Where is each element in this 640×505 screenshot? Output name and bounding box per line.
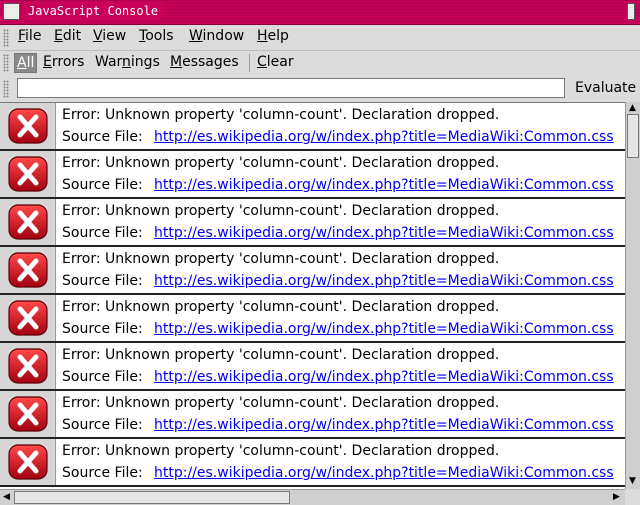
vertical-scroll-thumb[interactable]: [627, 114, 639, 158]
icon-cell: [0, 439, 56, 485]
error-message: Error: Unknown property 'column-count'. …: [62, 443, 500, 459]
console-entry[interactable]: Error: Unknown property 'column-count'. …: [0, 247, 625, 295]
horizontal-scrollbar[interactable]: ◀ ▶: [0, 489, 625, 505]
source-file-link[interactable]: http://es.wikipedia.org/w/index.php?titl…: [154, 129, 614, 145]
source-file-link[interactable]: http://es.wikipedia.org/w/index.php?titl…: [154, 225, 614, 241]
toolbar-grip[interactable]: [3, 54, 9, 72]
icon-cell: [0, 391, 56, 437]
error-message: Error: Unknown property 'column-count'. …: [62, 155, 500, 171]
source-file-label: Source File:: [62, 417, 143, 433]
vertical-scrollbar[interactable]: ▲ ▼: [625, 102, 640, 489]
window-title: JavaScript Console: [22, 2, 165, 21]
error-icon: [8, 444, 48, 480]
title-bar[interactable]: JavaScript Console: [0, 0, 640, 25]
source-file-link[interactable]: http://es.wikipedia.org/w/index.php?titl…: [154, 417, 614, 433]
error-icon: [8, 300, 48, 336]
evaluate-input[interactable]: [17, 78, 565, 98]
source-file-link[interactable]: http://es.wikipedia.org/w/index.php?titl…: [154, 321, 614, 337]
icon-cell: [0, 295, 56, 341]
filter-warnings[interactable]: Warnings: [93, 53, 162, 71]
menu-view[interactable]: View: [93, 28, 126, 44]
scroll-right-icon[interactable]: ▶: [613, 492, 620, 502]
error-icon: [8, 396, 48, 432]
source-file-label: Source File:: [62, 465, 143, 481]
console-entry[interactable]: Error: Unknown property 'column-count'. …: [0, 151, 625, 199]
source-file-link[interactable]: http://es.wikipedia.org/w/index.php?titl…: [154, 369, 614, 385]
console-list[interactable]: Error: Unknown property 'column-count'. …: [0, 102, 640, 489]
error-message: Error: Unknown property 'column-count'. …: [62, 395, 500, 411]
source-file-label: Source File:: [62, 321, 143, 337]
error-message: Error: Unknown property 'column-count'. …: [62, 251, 500, 267]
scroll-corner: [625, 489, 640, 505]
source-file-link[interactable]: http://es.wikipedia.org/w/index.php?titl…: [154, 273, 614, 289]
filter-messages[interactable]: Messages: [168, 53, 241, 71]
console-entry[interactable]: Error: Unknown property 'column-count'. …: [0, 439, 625, 487]
menu-bar: File Edit View Tools Window Help: [0, 25, 640, 51]
window-control-button[interactable]: [627, 3, 635, 20]
source-file-label: Source File:: [62, 369, 143, 385]
console-entry[interactable]: Error: Unknown property 'column-count'. …: [0, 343, 625, 391]
console-entry[interactable]: Error: Unknown property 'column-count'. …: [0, 391, 625, 439]
error-icon: [8, 156, 48, 192]
console-entry[interactable]: Error: Unknown property 'column-count'. …: [0, 199, 625, 247]
icon-cell: [0, 103, 56, 149]
source-file-label: Source File:: [62, 273, 143, 289]
icon-cell: [0, 151, 56, 197]
source-file-label: Source File:: [62, 129, 143, 145]
scroll-up-icon[interactable]: ▲: [629, 103, 636, 113]
toolbar-grip[interactable]: [3, 29, 9, 47]
toolbar-grip[interactable]: [3, 80, 9, 98]
error-icon: [8, 348, 48, 384]
source-file-link[interactable]: http://es.wikipedia.org/w/index.php?titl…: [154, 177, 614, 193]
menu-window[interactable]: Window: [189, 28, 244, 44]
menu-edit[interactable]: Edit: [54, 28, 81, 44]
error-icon: [8, 108, 48, 144]
menu-tools[interactable]: Tools: [139, 28, 174, 44]
icon-cell: [0, 199, 56, 245]
error-message: Error: Unknown property 'column-count'. …: [62, 347, 500, 363]
error-message: Error: Unknown property 'column-count'. …: [62, 203, 500, 219]
error-message: Error: Unknown property 'column-count'. …: [62, 299, 500, 315]
toolbar-separator: [249, 54, 250, 72]
error-icon: [8, 252, 48, 288]
menu-help[interactable]: Help: [257, 28, 289, 44]
clear-button[interactable]: Clear: [255, 53, 296, 71]
scroll-down-icon[interactable]: ▼: [629, 476, 636, 486]
evaluate-button[interactable]: Evaluate: [575, 80, 636, 96]
icon-cell: [0, 343, 56, 389]
source-file-label: Source File:: [62, 225, 143, 241]
filter-toolbar: All Errors Warnings Messages Clear: [0, 51, 640, 75]
window-menu-button[interactable]: [3, 3, 20, 20]
console-entry[interactable]: Error: Unknown property 'column-count'. …: [0, 295, 625, 343]
scroll-left-icon[interactable]: ◀: [3, 492, 10, 502]
filter-errors[interactable]: Errors: [41, 53, 86, 71]
filter-all[interactable]: All: [14, 53, 38, 73]
console-entry[interactable]: Error: Unknown property 'column-count'. …: [0, 103, 625, 151]
menu-file[interactable]: File: [18, 28, 41, 44]
error-icon: [8, 204, 48, 240]
source-file-label: Source File:: [62, 177, 143, 193]
icon-cell: [0, 247, 56, 293]
source-file-link[interactable]: http://es.wikipedia.org/w/index.php?titl…: [154, 465, 614, 481]
error-message: Error: Unknown property 'column-count'. …: [62, 107, 500, 123]
horizontal-scroll-thumb[interactable]: [14, 491, 290, 504]
evaluate-bar: Evaluate: [0, 75, 640, 102]
